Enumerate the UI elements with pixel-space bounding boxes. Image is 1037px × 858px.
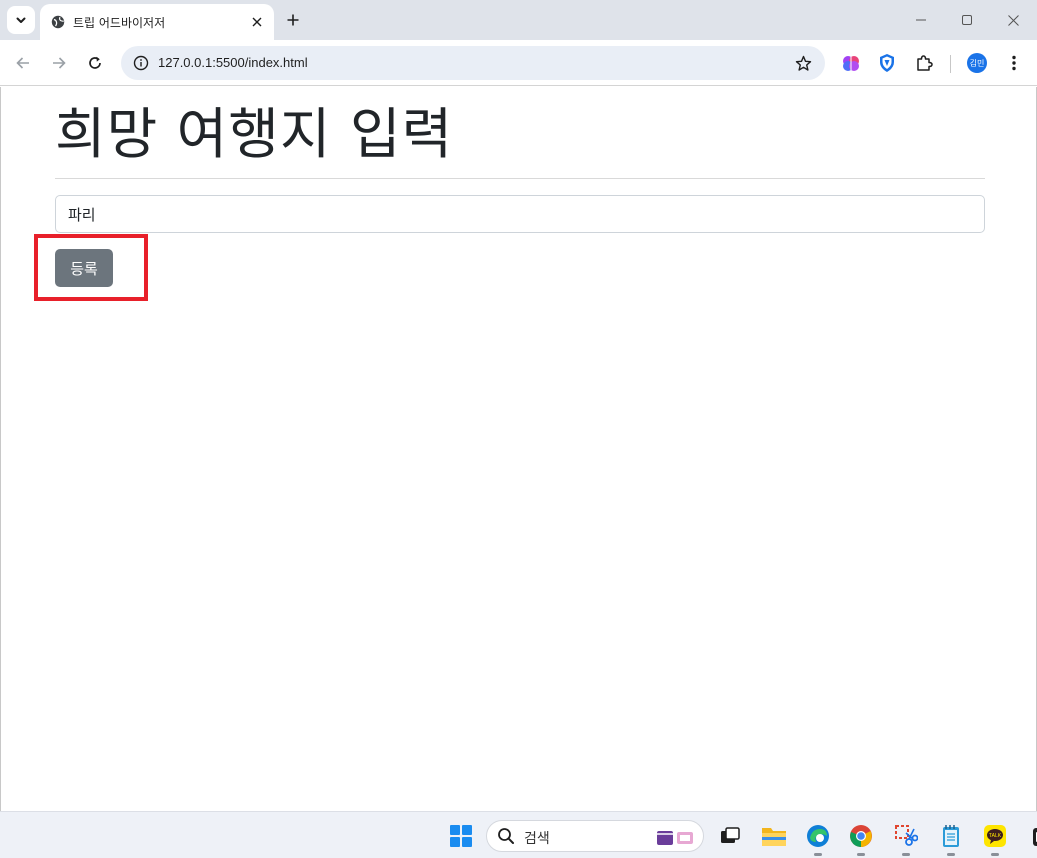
kakaotalk-running-indicator xyxy=(991,853,999,856)
svg-text:TALK: TALK xyxy=(989,833,1002,839)
brain-extension-icon[interactable] xyxy=(839,51,863,75)
bookmark-star-icon[interactable] xyxy=(791,51,815,75)
taskbar-search[interactable]: 검색 xyxy=(486,820,704,852)
taskbar: 검색 TALK xyxy=(0,811,1037,858)
notepad-running-indicator xyxy=(947,853,955,856)
address-bar[interactable]: 127.0.0.1:5500/index.html xyxy=(121,46,825,80)
forward-arrow-icon xyxy=(53,57,66,69)
chrome-icon[interactable] xyxy=(847,822,875,850)
close-tab-icon[interactable] xyxy=(245,10,269,34)
edge-running-indicator xyxy=(814,853,822,856)
close-window-button[interactable] xyxy=(1001,8,1025,32)
destination-input[interactable] xyxy=(55,195,985,233)
plus-icon xyxy=(287,14,299,26)
reload-button[interactable] xyxy=(82,50,108,76)
toolbar-divider xyxy=(950,55,951,73)
kakaotalk-icon[interactable]: TALK xyxy=(981,822,1009,850)
windows-start-icon[interactable] xyxy=(450,825,472,847)
profile-avatar[interactable]: 김민 xyxy=(967,53,987,73)
more-vert-icon xyxy=(1012,55,1016,71)
file-explorer-icon[interactable] xyxy=(760,822,788,850)
menu-button[interactable] xyxy=(1002,51,1026,75)
store-icon[interactable] xyxy=(1024,822,1037,850)
new-tab-button[interactable] xyxy=(281,8,305,32)
edge-icon[interactable] xyxy=(804,822,832,850)
chrome-running-indicator xyxy=(857,853,865,856)
task-view-icon[interactable] xyxy=(716,822,744,850)
page-title: 희망 여행지 입력 xyxy=(55,102,454,166)
chevron-down-icon xyxy=(16,17,26,23)
page-content: 희망 여행지 입력 등록 xyxy=(0,87,1037,811)
globe-icon xyxy=(51,15,65,29)
puzzle-extensions-icon[interactable] xyxy=(912,51,936,75)
back-button[interactable] xyxy=(10,50,36,76)
info-icon[interactable] xyxy=(129,51,153,75)
forward-button[interactable] xyxy=(46,50,72,76)
active-tab[interactable]: 트립 어드바이저저 xyxy=(40,4,274,40)
maximize-button[interactable] xyxy=(955,8,979,32)
tab-title: 트립 어드바이저저 xyxy=(73,15,166,30)
notepad-icon[interactable] xyxy=(937,822,965,850)
minimize-button[interactable] xyxy=(909,8,933,32)
url-text: 127.0.0.1:5500/index.html xyxy=(158,55,308,70)
snipping-tool-icon[interactable] xyxy=(892,822,920,850)
divider xyxy=(55,178,985,179)
snipping-running-indicator xyxy=(902,853,910,856)
reload-icon xyxy=(89,56,101,69)
maximize-icon xyxy=(962,15,972,25)
taskbar-search-placeholder: 검색 xyxy=(524,831,550,847)
search-icon xyxy=(498,828,514,844)
back-arrow-icon xyxy=(16,57,29,69)
submit-button[interactable]: 등록 xyxy=(55,249,113,287)
tab-strip: 트립 어드바이저저 xyxy=(0,0,1037,40)
shield-extension-icon[interactable] xyxy=(875,51,899,75)
close-icon xyxy=(1007,14,1019,26)
search-highlight-icon xyxy=(657,831,693,845)
browser-toolbar: 127.0.0.1:5500/index.html xyxy=(0,40,1037,86)
tab-search-button[interactable] xyxy=(7,6,35,34)
minimize-icon xyxy=(916,19,926,21)
